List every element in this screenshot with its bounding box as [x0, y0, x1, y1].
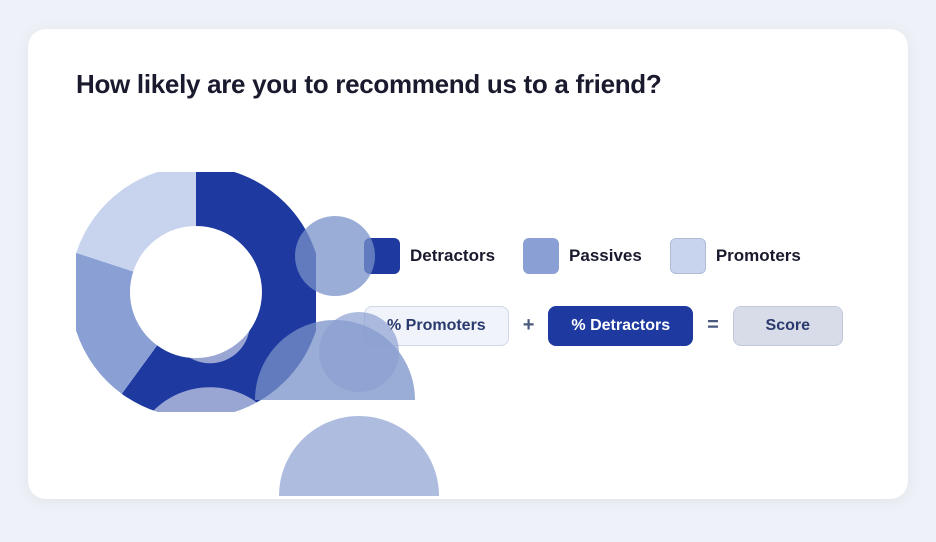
legend-label-passives: Passives — [569, 246, 642, 266]
legend-item-promoters: Promoters — [670, 238, 801, 274]
legend-swatch-promoters — [670, 238, 706, 274]
legend-swatch-passives — [523, 238, 559, 274]
detractors-formula-box[interactable]: % Detractors — [548, 306, 693, 346]
legend-item-passives: Passives — [523, 238, 642, 274]
plus-operator: + — [523, 314, 535, 337]
promoter-person-icon — [239, 296, 479, 542]
main-card: How likely are you to recommend us to a … — [28, 29, 908, 499]
donut-chart — [76, 172, 316, 412]
equals-operator: = — [707, 314, 719, 337]
page-title: How likely are you to recommend us to a … — [76, 69, 860, 100]
content-row: Detractors Passives Promoters % Promoter… — [76, 124, 860, 459]
score-formula-box[interactable]: Score — [733, 306, 843, 346]
legend-label-promoters: Promoters — [716, 246, 801, 266]
